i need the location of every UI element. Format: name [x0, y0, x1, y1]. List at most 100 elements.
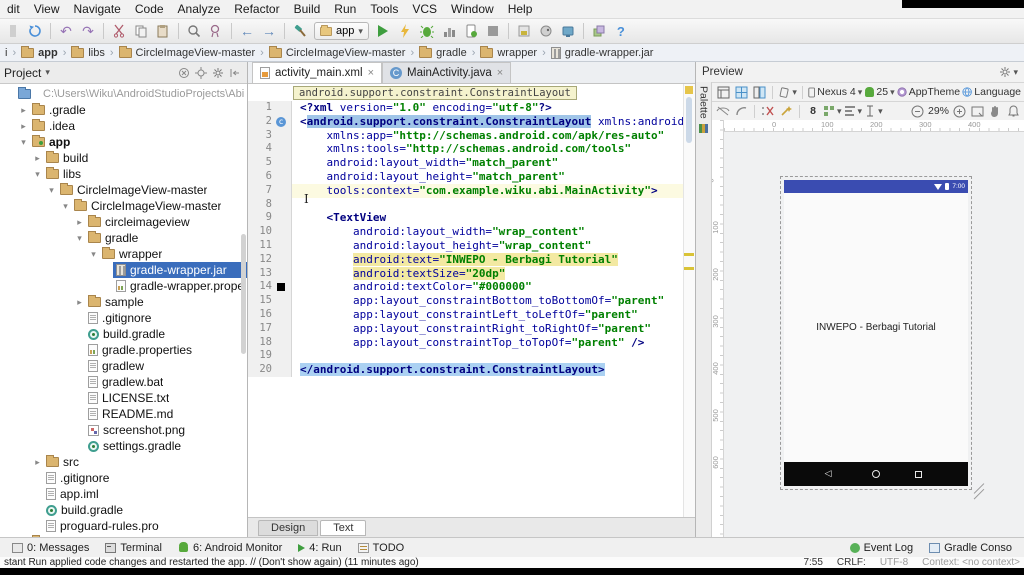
code-text[interactable]: </android.support.constraint.ConstraintL…	[292, 363, 695, 377]
tree-item-app-iml[interactable]: app.iml	[0, 486, 247, 502]
menu-item-dit[interactable]: dit	[0, 0, 27, 18]
tree-item-app[interactable]: ▾app	[0, 134, 247, 150]
code-text[interactable]: app:layout_constraintBottom_toBottomOf="…	[292, 294, 695, 308]
tree-item-build-gradle[interactable]: build.gradle	[0, 326, 247, 342]
tree-item-readme-md[interactable]: README.md	[0, 406, 247, 422]
code-line-11[interactable]: 11 android:layout_height="wrap_content"	[248, 239, 695, 253]
palette-tab[interactable]: Palette	[698, 86, 710, 119]
paste-icon[interactable]	[153, 21, 173, 41]
code-line-1[interactable]: 1<?xml version="1.0" encoding="utf-8"?>	[248, 101, 695, 115]
menu-item-vcs[interactable]: VCS	[405, 0, 444, 18]
breadcrumb-item-circleimageview-master[interactable]: CircleImageView-master	[116, 47, 259, 59]
menu-item-refactor[interactable]: Refactor	[227, 0, 286, 18]
replace-icon[interactable]	[206, 21, 226, 41]
undo-icon[interactable]: ↶	[56, 21, 76, 41]
settings-gear-icon[interactable]	[209, 65, 226, 81]
tree-expand-icon[interactable]: ▸	[18, 105, 29, 116]
toolwindow-event-log[interactable]: Event Log	[842, 538, 922, 557]
tree-collapse-icon[interactable]: ▾	[60, 201, 71, 212]
tree-expand-icon[interactable]: ▸	[74, 217, 85, 228]
editor-gutter[interactable]: 19	[248, 349, 292, 363]
editor-gutter[interactable]: 12	[248, 253, 292, 267]
tree-item-sample[interactable]: ▸sample	[0, 294, 247, 310]
code-line-4[interactable]: 4 xmlns:tools="http://schemas.android.co…	[248, 142, 695, 156]
code-line-16[interactable]: 16 app:layout_constraintLeft_toLeftOf="p…	[248, 308, 695, 322]
build-hammer-icon[interactable]	[290, 21, 310, 41]
code-line-18[interactable]: 18 app:layout_constraintTop_toTopOf="par…	[248, 336, 695, 350]
encoding-widget[interactable]: UTF-8	[880, 557, 908, 568]
zoom-out-icon[interactable]	[910, 103, 926, 119]
autoconnect-icon[interactable]	[733, 103, 749, 119]
code-line-17[interactable]: 17 app:layout_constraintRight_toRightOf=…	[248, 322, 695, 336]
code-text[interactable]	[292, 349, 695, 363]
menu-item-tools[interactable]: Tools	[363, 0, 405, 18]
notifications-bell-icon[interactable]	[1005, 103, 1021, 119]
back-icon[interactable]: ←	[237, 21, 257, 41]
code-text[interactable]: android:textColor="#000000"	[292, 280, 695, 294]
editor-gutter[interactable]: 5	[248, 156, 292, 170]
code-line-7[interactable]: 7 tools:context="com.example.wiku.abi.Ma…	[248, 184, 695, 198]
editor-gutter[interactable]: 15	[248, 294, 292, 308]
device-screen[interactable]: INWEPO - Berbagi Tutorial	[784, 193, 968, 462]
tree-expand-icon[interactable]: ▸	[32, 153, 43, 164]
tree-expand-icon[interactable]: ▸	[74, 297, 85, 308]
both-surfaces-icon[interactable]	[751, 84, 767, 100]
tree-item-libs[interactable]: ▾libs	[0, 166, 247, 182]
editor-gutter[interactable]: 2c	[248, 115, 292, 129]
tree-item-build[interactable]: ▸build	[0, 150, 247, 166]
device-resize-handle[interactable]	[970, 488, 986, 500]
code-text[interactable]: app:layout_constraintTop_toTopOf="parent…	[292, 336, 695, 350]
editor-gutter[interactable]: 3	[248, 129, 292, 143]
menu-item-window[interactable]: Window	[444, 0, 501, 18]
code-text[interactable]: <TextView	[292, 211, 695, 225]
tree-item-gradle[interactable]: ▾gradle	[0, 230, 247, 246]
debug-icon[interactable]	[417, 21, 437, 41]
zoom-fit-icon[interactable]	[969, 103, 985, 119]
editor-gutter[interactable]: 20	[248, 363, 292, 377]
editor-gutter[interactable]: 8	[248, 198, 292, 212]
infer-constraints-icon[interactable]	[778, 103, 794, 119]
tree-collapse-icon[interactable]: ▾	[46, 185, 57, 196]
pack-icon[interactable]: ▾	[823, 103, 842, 119]
tree-item-settings-gradle[interactable]: settings.gradle	[0, 438, 247, 454]
attach-debugger-icon[interactable]	[461, 21, 481, 41]
tree-item-gitignore[interactable]: .gitignore	[0, 470, 247, 486]
editor-gutter[interactable]: 16	[248, 308, 292, 322]
project-scrollbar[interactable]	[241, 234, 246, 354]
editor-scrollbar-thumb[interactable]	[686, 97, 692, 143]
editor-gutter[interactable]: 14	[248, 280, 292, 294]
code-line-10[interactable]: 10 android:layout_width="wrap_content"	[248, 225, 695, 239]
code-line-6[interactable]: 6 android:layout_height="match_parent"	[248, 170, 695, 184]
code-line-12[interactable]: 12 android:text="INWEPO - Berbagi Tutori…	[248, 253, 695, 267]
tree-item-src[interactable]: ▸src	[0, 454, 247, 470]
editor-gutter[interactable]: 10	[248, 225, 292, 239]
blueprint-surface-icon[interactable]	[733, 84, 749, 100]
tree-expand-icon[interactable]: ▸	[18, 121, 29, 132]
editor-gutter[interactable]: 18	[248, 336, 292, 350]
editor-gutter[interactable]: 13	[248, 267, 292, 281]
toolwindow-6-android-monitor[interactable]: 6: Android Monitor	[170, 538, 290, 557]
language-select[interactable]: Language	[962, 84, 1021, 100]
menu-item-help[interactable]: Help	[501, 0, 540, 18]
project-panel-title[interactable]: Project	[4, 66, 41, 80]
preview-settings-gear-icon[interactable]	[996, 64, 1013, 80]
code-line-3[interactable]: 3 xmlns:app="http://schemas.android.com/…	[248, 129, 695, 143]
align-icon[interactable]: ▾	[844, 103, 863, 119]
tree-item-gradlew-bat[interactable]: gradlew.bat	[0, 374, 247, 390]
tree-item-wrapper[interactable]: ▾wrapper	[0, 246, 247, 262]
tree-item-circleimageview-master[interactable]: ▾CircleImageView-master	[0, 198, 247, 214]
tree-collapse-icon[interactable]: ▾	[74, 233, 85, 244]
warning-mark[interactable]	[684, 267, 694, 270]
code-line-19[interactable]: 19	[248, 349, 695, 363]
run-icon[interactable]	[373, 21, 393, 41]
menu-item-code[interactable]: Code	[128, 0, 171, 18]
tab-activity-main-xml[interactable]: activity_main.xml×	[252, 62, 382, 83]
code-text[interactable]: tools:context="com.example.wiku.abi.Main…	[292, 184, 695, 198]
menu-item-view[interactable]: View	[27, 0, 67, 18]
code-text[interactable]: app:layout_constraintLeft_toLeftOf="pare…	[292, 308, 695, 322]
code-line-5[interactable]: 5 android:layout_width="match_parent"	[248, 156, 695, 170]
copy-icon[interactable]	[131, 21, 151, 41]
breadcrumb-item-gradle[interactable]: gradle	[416, 47, 470, 59]
editor-gutter[interactable]: 1	[248, 101, 292, 115]
code-line-8[interactable]: 8	[248, 198, 695, 212]
